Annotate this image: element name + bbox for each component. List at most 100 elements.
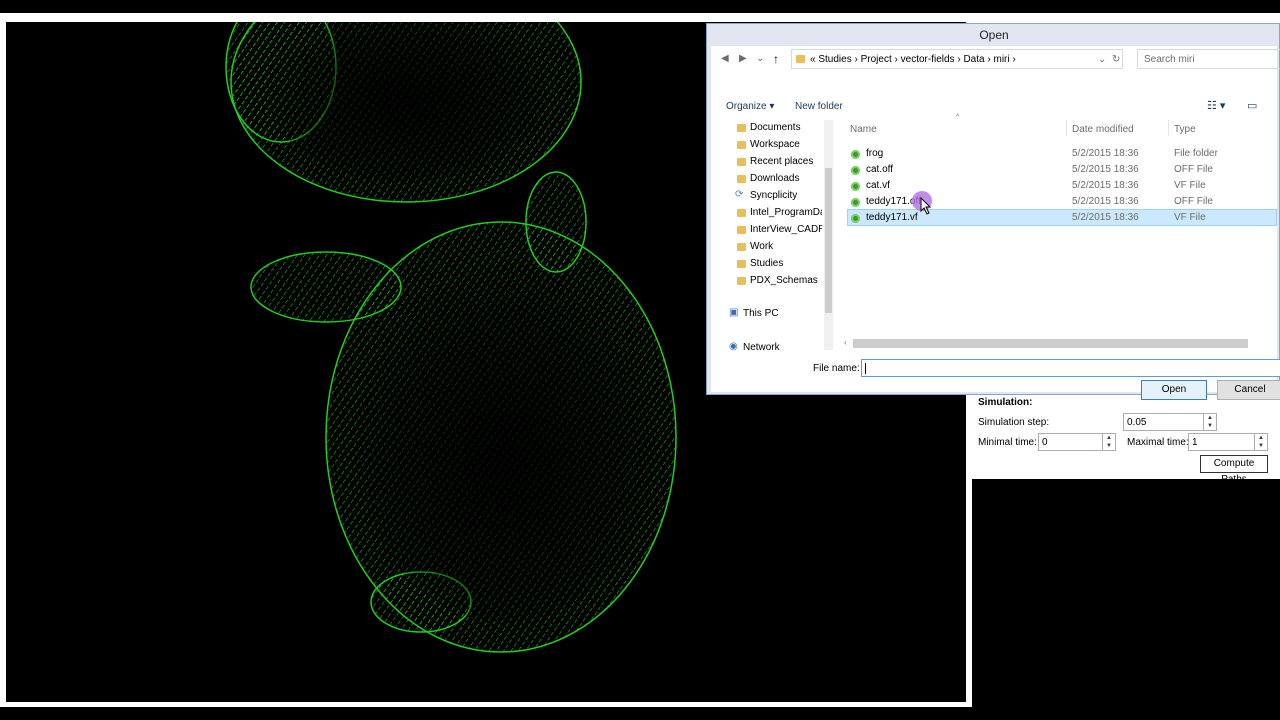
new-folder-button[interactable]: New folder bbox=[795, 101, 843, 112]
file-name-label: File name: bbox=[813, 363, 860, 374]
folder-icon bbox=[737, 175, 746, 183]
file-row-type: File folder bbox=[1174, 148, 1218, 159]
file-icon bbox=[851, 182, 860, 191]
forward-icon[interactable]: ▶ bbox=[739, 53, 747, 64]
column-header-type[interactable]: Type bbox=[1174, 124, 1196, 135]
breadcrumb-project[interactable]: Project bbox=[861, 54, 892, 65]
view-options-icon[interactable]: ☷ ▾ bbox=[1207, 99, 1225, 112]
spin-up-icon[interactable]: ▲ bbox=[1103, 434, 1115, 442]
spin-down-icon[interactable]: ▼ bbox=[1255, 442, 1267, 450]
spin-up-icon[interactable]: ▲ bbox=[1204, 414, 1216, 422]
file-row-date: 5/2/2015 18:36 bbox=[1072, 212, 1139, 223]
file-row-type: VF File bbox=[1174, 180, 1206, 191]
preview-pane-icon[interactable]: ▭ bbox=[1247, 99, 1257, 112]
nav-item-recent-places[interactable]: Recent places bbox=[750, 156, 813, 167]
folder-icon bbox=[796, 55, 805, 63]
file-row-date: 5/2/2015 18:36 bbox=[1072, 148, 1139, 159]
maximal-time-label: Maximal time: bbox=[1127, 437, 1189, 448]
simulation-step-value: 0.05 bbox=[1127, 417, 1147, 428]
nav-item-workspace[interactable]: Workspace bbox=[750, 139, 800, 150]
nav-item-documents[interactable]: Documents bbox=[750, 122, 801, 133]
column-divider[interactable] bbox=[1168, 120, 1169, 136]
simulation-step-label: Simulation step: bbox=[978, 417, 1050, 428]
horizontal-scrollbar-thumb[interactable] bbox=[853, 339, 1248, 348]
file-row-date: 5/2/2015 18:36 bbox=[1072, 180, 1139, 191]
file-name-input[interactable] bbox=[861, 359, 1280, 377]
file-row-type: OFF File bbox=[1174, 196, 1213, 207]
nav-item-pdx-schemas[interactable]: PDX_Schemas bbox=[750, 275, 818, 286]
compute-paths-button[interactable]: Compute Paths bbox=[1200, 455, 1268, 485]
recent-dropdown-icon[interactable]: ⌄ bbox=[756, 53, 764, 64]
breadcrumb-miri[interactable]: miri bbox=[993, 54, 1009, 65]
text-caret bbox=[865, 363, 866, 374]
nav-scrollbar[interactable] bbox=[824, 120, 833, 350]
spin-down-icon[interactable]: ▼ bbox=[1204, 422, 1216, 430]
search-placeholder: Search miri bbox=[1144, 54, 1195, 65]
column-header-name[interactable]: Name bbox=[850, 124, 877, 135]
nav-item-work[interactable]: Work bbox=[750, 241, 773, 252]
breadcrumb-vector-fields[interactable]: vector-fields bbox=[901, 54, 955, 65]
simulation-step-spinner[interactable]: 0.05 ▲ ▼ bbox=[1123, 413, 1217, 431]
sync-icon: ⟳ bbox=[735, 189, 744, 200]
folder-icon bbox=[737, 243, 746, 251]
breadcrumb-data[interactable]: Data bbox=[963, 54, 984, 65]
file-row-type: VF File bbox=[1174, 212, 1206, 223]
spin-up-icon[interactable]: ▲ bbox=[1255, 434, 1267, 442]
spin-down-icon[interactable]: ▼ bbox=[1103, 442, 1115, 450]
address-bar[interactable]: « Studies › Project › vector-fields › Da… bbox=[791, 49, 1123, 69]
file-row-name[interactable]: cat.off bbox=[866, 164, 893, 175]
open-file-dialog: Open ◀ ▶ ⌄ ↑ « Studies › Project › vecto… bbox=[706, 23, 1280, 400]
file-row-name-selected[interactable]: teddy171.vf bbox=[866, 212, 918, 223]
dialog-title: Open bbox=[979, 28, 1009, 42]
nav-item-studies[interactable]: Studies bbox=[750, 258, 783, 269]
nav-item-syncplicity[interactable]: Syncplicity bbox=[750, 190, 797, 201]
simulation-heading: Simulation: bbox=[978, 397, 1033, 408]
file-row-date: 5/2/2015 18:36 bbox=[1072, 164, 1139, 175]
nav-item-intel-programdat[interactable]: Intel_ProgramDat bbox=[750, 207, 822, 218]
minimal-time-spinner[interactable]: 0 ▲ ▼ bbox=[1038, 433, 1116, 451]
folder-icon bbox=[851, 150, 860, 159]
minimal-time-label: Minimal time: bbox=[978, 437, 1037, 448]
breadcrumb: « Studies › Project › vector-fields › Da… bbox=[810, 54, 1016, 65]
file-icon bbox=[851, 198, 860, 207]
maximal-time-spinner[interactable]: 1 ▲ ▼ bbox=[1188, 433, 1268, 451]
nav-item-network[interactable]: Network bbox=[743, 342, 780, 353]
maximal-time-value: 1 bbox=[1192, 437, 1198, 448]
network-icon: ◉ bbox=[729, 341, 738, 352]
address-dropdown-icon[interactable]: ⌄ bbox=[1098, 54, 1106, 65]
nav-item-interview-cadrc[interactable]: InterView_CADRC bbox=[750, 224, 822, 235]
mouse-pointer-icon bbox=[920, 197, 932, 215]
minimal-time-value: 0 bbox=[1042, 437, 1048, 448]
file-row-type: OFF File bbox=[1174, 164, 1213, 175]
nav-scrollbar-thumb[interactable] bbox=[825, 168, 832, 313]
sort-up-icon: ^ bbox=[956, 114, 960, 121]
organize-button[interactable]: Organize ▾ bbox=[726, 101, 774, 112]
file-icon bbox=[851, 214, 860, 223]
nav-item-this-pc[interactable]: This PC bbox=[743, 308, 779, 319]
folder-icon bbox=[737, 141, 746, 149]
cancel-button[interactable]: Cancel bbox=[1217, 380, 1280, 400]
search-input[interactable]: Search miri bbox=[1137, 49, 1280, 69]
computer-icon: ▣ bbox=[729, 307, 739, 318]
file-row-name[interactable]: frog bbox=[866, 148, 883, 159]
folder-icon bbox=[737, 124, 746, 132]
simulation-panel: Simulation: Simulation step: 0.05 ▲ ▼ Min… bbox=[972, 393, 1272, 485]
back-icon[interactable]: ◀ bbox=[721, 53, 729, 64]
folder-icon bbox=[737, 158, 746, 166]
up-arrow-icon[interactable]: ↑ bbox=[773, 52, 779, 66]
folder-icon bbox=[737, 277, 746, 285]
column-divider[interactable] bbox=[1066, 120, 1067, 136]
folder-icon bbox=[737, 226, 746, 234]
file-row-name[interactable]: cat.vf bbox=[866, 180, 890, 191]
breadcrumb-studies[interactable]: Studies bbox=[818, 54, 851, 65]
scroll-left-icon[interactable]: ‹ bbox=[844, 338, 847, 347]
file-icon bbox=[851, 166, 860, 175]
nav-item-downloads[interactable]: Downloads bbox=[750, 173, 799, 184]
open-button[interactable]: Open bbox=[1141, 380, 1207, 400]
file-row-date: 5/2/2015 18:36 bbox=[1072, 196, 1139, 207]
dialog-body: ◀ ▶ ⌄ ↑ « Studies › Project › vector-fie… bbox=[711, 46, 1280, 400]
folder-icon bbox=[737, 209, 746, 217]
folder-icon bbox=[737, 260, 746, 268]
column-header-date[interactable]: Date modified bbox=[1072, 124, 1134, 135]
refresh-icon[interactable]: ↻ bbox=[1112, 54, 1120, 65]
